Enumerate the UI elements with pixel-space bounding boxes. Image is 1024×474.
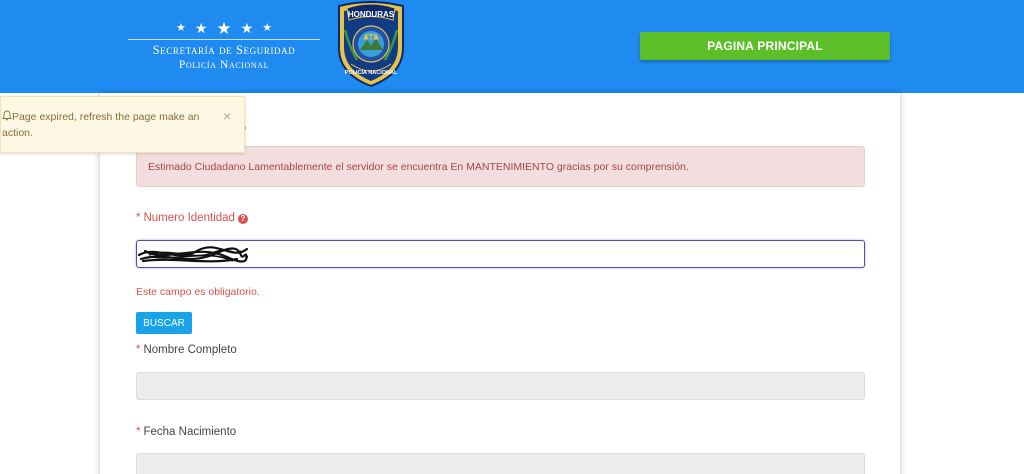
redaction-scribble	[137, 246, 249, 263]
home-page-button[interactable]: PAGINA PRINCIPAL	[640, 32, 890, 60]
id-number-input[interactable]	[136, 240, 865, 268]
birth-date-input[interactable]	[136, 453, 865, 474]
required-mark: *	[136, 344, 141, 356]
help-icon[interactable]: ?	[237, 214, 248, 224]
badge-bottom-text: POLICÍA NACIONAL	[345, 68, 398, 76]
birth-date-label-text: Fecha Nacimiento	[143, 426, 237, 438]
stars-decoration: ★ ★ ★ ★ ★	[128, 18, 320, 38]
brand-block: ★ ★ ★ ★ ★ Secretaría de Seguridad Policí…	[128, 20, 320, 72]
brand-divider	[128, 39, 320, 40]
star-icon: ★	[240, 20, 254, 36]
birth-date-label: * Fecha Nacimiento	[136, 426, 236, 438]
toast-message: Page expired, refresh the page make an a…	[2, 109, 217, 141]
brand-title: Secretaría de Seguridad	[152, 43, 296, 57]
id-number-label: * Numero Identidad?	[136, 212, 248, 224]
alert-text: Estimado Ciudadano Lamentablemente el se…	[148, 160, 689, 173]
close-icon[interactable]: ×	[223, 109, 231, 123]
star-icon: ★	[194, 20, 208, 36]
id-number-label-text: Numero Identidad	[143, 212, 235, 224]
search-button[interactable]: BUSCAR	[136, 312, 192, 334]
full-name-label-text: Nombre Completo	[143, 344, 237, 356]
required-mark: *	[136, 212, 141, 224]
required-mark: *	[136, 426, 141, 438]
brand-subtitle: Policía Nacional	[178, 59, 270, 71]
full-name-input[interactable]	[136, 372, 865, 400]
top-header: ★ ★ ★ ★ ★ Secretaría de Seguridad Policí…	[0, 0, 1024, 93]
bell-icon	[2, 110, 12, 121]
full-name-label: * Nombre Completo	[136, 344, 237, 356]
star-icon: ★	[175, 21, 186, 34]
maintenance-alert: Estimado Ciudadano Lamentablemente el se…	[136, 146, 865, 187]
star-icon: ★	[216, 18, 232, 38]
star-icon: ★	[262, 21, 273, 34]
police-badge-logo: HONDURAS POLICÍA NACIONAL	[338, 1, 404, 88]
toast-message-text: Page expired, refresh the page make an a…	[2, 111, 200, 139]
badge-top-text: HONDURAS	[348, 10, 395, 19]
page-expired-toast: Page expired, refresh the page make an a…	[0, 96, 245, 153]
id-error-message: Este campo es obligatorio.	[136, 286, 260, 298]
